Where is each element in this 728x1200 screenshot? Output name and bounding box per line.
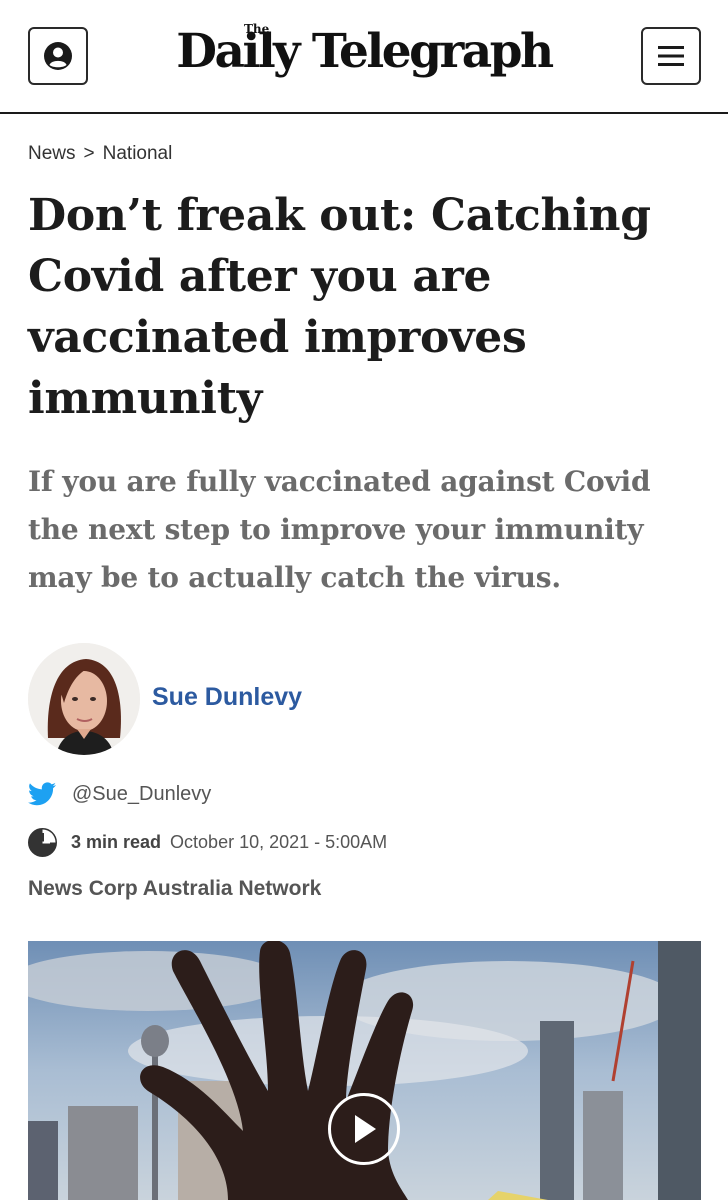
- play-button[interactable]: [328, 1093, 400, 1165]
- network-label: News Corp Australia Network: [28, 877, 322, 900]
- masthead-logo[interactable]: The Daily Telegraph: [0, 20, 728, 84]
- play-icon: [355, 1115, 376, 1143]
- author-name-link[interactable]: Sue Dunlevy: [152, 683, 302, 712]
- breadcrumb-national[interactable]: National: [103, 143, 173, 164]
- article-meta: 3 min read October 10, 2021 - 5:00AM: [28, 828, 387, 857]
- publish-date: October 10, 2021 - 5:00AM: [170, 832, 388, 852]
- hamburger-icon: [658, 46, 684, 66]
- menu-button[interactable]: [641, 27, 701, 85]
- twitter-bird-icon: [28, 782, 56, 806]
- twitter-handle: @Sue_Dunlevy: [72, 782, 212, 805]
- masthead-title: Daily Telegraph: [176, 24, 554, 79]
- article-headline: Don’t freak out: Catching Covid after yo…: [28, 190, 651, 424]
- masthead-the: The: [244, 22, 270, 36]
- read-time: 3 min read: [71, 832, 162, 852]
- article-standfirst: If you are fully vaccinated against Covi…: [28, 465, 651, 594]
- site-header: The Daily Telegraph: [0, 0, 728, 114]
- author-twitter[interactable]: @Sue_Dunlevy: [28, 782, 211, 806]
- breadcrumb: News > National: [28, 143, 172, 165]
- clock-icon: [28, 828, 57, 857]
- breadcrumb-separator: >: [83, 143, 95, 164]
- hero-video[interactable]: [28, 941, 701, 1200]
- author-avatar[interactable]: [28, 643, 140, 755]
- breadcrumb-news[interactable]: News: [28, 143, 76, 164]
